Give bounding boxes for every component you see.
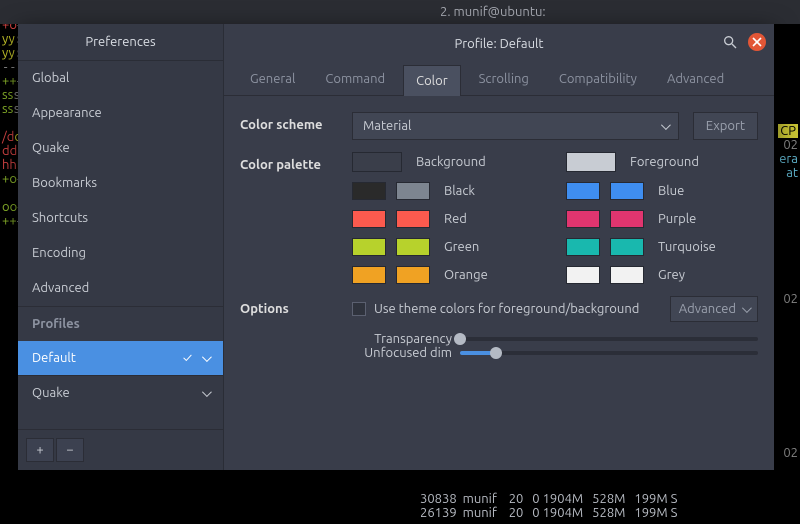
sidebar-profile-label: Quake — [32, 386, 70, 400]
add-profile-button[interactable]: + — [26, 438, 54, 462]
row-color-scheme: Color scheme Material Export — [240, 112, 758, 140]
theme-colors-label: Use theme colors for foreground/backgrou… — [374, 302, 639, 316]
slider[interactable] — [460, 346, 758, 360]
color-row-foreground: Foreground — [566, 152, 758, 172]
slider-label: Unfocused dim — [352, 346, 452, 360]
color-name: Orange — [444, 268, 488, 282]
color-swatch[interactable] — [566, 238, 600, 256]
label-options: Options — [240, 296, 338, 316]
sidebar-profile-label: Default — [32, 351, 76, 365]
tab-color[interactable]: Color — [403, 65, 461, 96]
label-color-scheme: Color scheme — [240, 112, 338, 132]
slider-row-unfocused-dim: Unfocused dim — [352, 346, 758, 360]
color-name: Grey — [658, 268, 685, 282]
color-swatch[interactable] — [610, 182, 644, 200]
color-swatch[interactable] — [352, 266, 386, 284]
tabs: General Command Color Scrolling Compatib… — [224, 64, 774, 96]
color-name: Red — [444, 212, 467, 226]
remove-profile-button[interactable]: − — [56, 438, 84, 462]
sidebar-list: Global Appearance Quake Bookmarks Shortc… — [18, 61, 223, 429]
color-swatch[interactable] — [352, 238, 386, 256]
color-swatch[interactable] — [396, 266, 430, 284]
tab-general[interactable]: General — [238, 64, 307, 95]
color-swatch[interactable] — [610, 210, 644, 228]
options-advanced-button[interactable]: Advanced — [670, 296, 758, 322]
sidebar-profile-default[interactable]: Default — [18, 341, 223, 375]
content: Color scheme Material Export Color palet… — [224, 96, 774, 370]
tab-scrolling[interactable]: Scrolling — [467, 64, 541, 95]
sidebar: Preferences Global Appearance Quake Book… — [18, 24, 224, 470]
color-scheme-select[interactable]: Material — [352, 112, 679, 140]
theme-colors-checkbox[interactable] — [352, 302, 366, 316]
sidebar-item-global[interactable]: Global — [18, 61, 223, 96]
color-row-grey: Grey — [566, 266, 758, 284]
color-swatch[interactable] — [566, 210, 600, 228]
titlebar: Profile: Default — [224, 24, 774, 64]
sidebar-footer: + − — [18, 429, 223, 470]
color-row-blue: Blue — [566, 182, 758, 200]
color-swatch[interactable] — [396, 238, 430, 256]
sidebar-profile-quake[interactable]: Quake — [18, 375, 223, 410]
tab-command[interactable]: Command — [313, 64, 397, 95]
color-swatch[interactable] — [566, 152, 616, 172]
color-swatch[interactable] — [566, 182, 600, 200]
sidebar-item-advanced[interactable]: Advanced — [18, 271, 223, 306]
sidebar-item-bookmarks[interactable]: Bookmarks — [18, 166, 223, 201]
color-swatch[interactable] — [566, 266, 600, 284]
chevron-down-icon — [742, 302, 749, 316]
sidebar-title: Preferences — [18, 24, 223, 61]
chevron-down-icon[interactable] — [202, 351, 209, 365]
close-icon[interactable] — [748, 33, 766, 51]
label-color-palette: Color palette — [240, 152, 338, 172]
color-name: Background — [416, 155, 486, 169]
color-name: Turquoise — [658, 240, 716, 254]
preferences-window: Preferences Global Appearance Quake Book… — [18, 24, 774, 470]
color-swatch[interactable] — [610, 238, 644, 256]
color-name: Foreground — [630, 155, 699, 169]
color-row-background: Background — [352, 152, 544, 172]
search-icon[interactable] — [722, 34, 738, 50]
color-swatch[interactable] — [352, 152, 402, 172]
chevron-down-icon — [661, 119, 668, 133]
row-color-palette: Color palette BackgroundForegroundBlackB… — [240, 152, 758, 284]
color-palette: Background Foreground Black Blue Red Purple Gr… — [352, 152, 758, 284]
os-top-bar: 2. munif@ubuntu: — [0, 0, 800, 24]
color-row-turquoise: Turquoise — [566, 238, 758, 256]
slider-row-transparency: Transparency — [352, 332, 758, 346]
slider[interactable] — [460, 332, 758, 346]
color-swatch[interactable] — [396, 210, 430, 228]
color-row-purple: Purple — [566, 210, 758, 228]
sidebar-item-shortcuts[interactable]: Shortcuts — [18, 201, 223, 236]
row-options: Options Use theme colors for foreground/… — [240, 296, 758, 360]
sidebar-item-appearance[interactable]: Appearance — [18, 96, 223, 131]
sidebar-item-quake[interactable]: Quake — [18, 131, 223, 166]
color-row-red: Red — [352, 210, 544, 228]
color-swatch[interactable] — [352, 182, 386, 200]
export-button[interactable]: Export — [693, 112, 758, 140]
sidebar-item-encoding[interactable]: Encoding — [18, 236, 223, 271]
main-panel: Profile: Default General Command Color S… — [224, 24, 774, 470]
color-name: Green — [444, 240, 479, 254]
color-swatch[interactable] — [396, 182, 430, 200]
color-name: Black — [444, 184, 475, 198]
color-swatch[interactable] — [610, 266, 644, 284]
color-scheme-value: Material — [363, 119, 411, 133]
tab-advanced[interactable]: Advanced — [655, 64, 736, 95]
color-row-green: Green — [352, 238, 544, 256]
color-row-black: Black — [352, 182, 544, 200]
tab-compatibility[interactable]: Compatibility — [547, 64, 649, 95]
color-swatch[interactable] — [352, 210, 386, 228]
page-title: Profile: Default — [454, 37, 543, 51]
color-row-orange: Orange — [352, 266, 544, 284]
color-name: Blue — [658, 184, 684, 198]
chevron-down-icon[interactable] — [202, 386, 209, 400]
color-name: Purple — [658, 212, 696, 226]
check-icon — [183, 351, 192, 365]
slider-label: Transparency — [352, 332, 452, 346]
sidebar-section-profiles: Profiles — [18, 306, 223, 341]
